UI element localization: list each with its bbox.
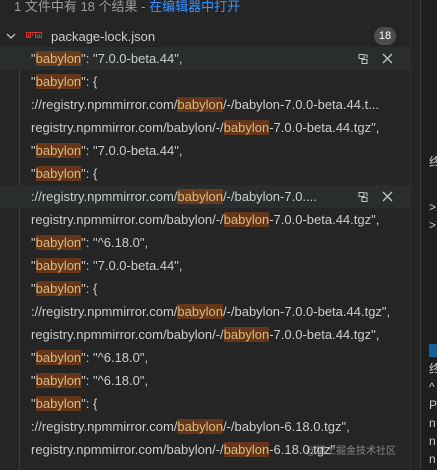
search-match-row[interactable]: registry.npmmirror.com/babylon/-/babylon… (0, 208, 410, 231)
match-text: /-/babylon-7.0.... (222, 189, 317, 204)
match-highlight: babylon (35, 235, 82, 250)
editor-edge-text: P (429, 398, 437, 412)
file-name: package-lock.json (51, 28, 156, 44)
match-highlight: babylon (223, 120, 270, 135)
match-highlight: babylon (177, 189, 223, 204)
match-text: " (31, 350, 36, 365)
match-text: ": "7.0.0-beta.44", (81, 51, 183, 66)
match-text: registry.npmmirror.com/babylon/-/ (31, 327, 224, 342)
match-highlight: babylon (35, 51, 82, 66)
match-text: ": "^6.18.0", (81, 373, 149, 388)
match-text: -7.0.0-beta.44.tgz", (269, 120, 380, 135)
match-text: ": { (81, 74, 98, 89)
search-match-row[interactable]: "babylon": "^6.18.0", (0, 346, 410, 369)
search-match-row[interactable]: "babylon": "7.0.0-beta.44", (0, 139, 410, 162)
match-highlight: babylon (35, 281, 82, 296)
search-match-row[interactable]: "babylon": { (0, 277, 410, 300)
editor-edge-text: > (429, 200, 437, 214)
match-text: registry.npmmirror.com/babylon/-/ (31, 212, 224, 227)
match-highlight: babylon (177, 419, 223, 434)
match-highlight: babylon (177, 304, 223, 319)
search-results-panel: 1 文件中有 18 个结果 - 在编辑器中打开 package-lock.jso… (0, 0, 410, 470)
dismiss-icon[interactable] (381, 53, 393, 65)
match-text: " (31, 281, 36, 296)
match-highlight: babylon (223, 212, 270, 227)
match-actions (351, 185, 393, 208)
match-text: ": "^6.18.0", (81, 235, 149, 250)
match-text: " (31, 51, 36, 66)
search-match-row[interactable]: ://registry.npmmirror.com/babylon/-/baby… (0, 93, 410, 116)
chevron-down-icon[interactable] (4, 29, 18, 43)
match-count-badge: 18 (374, 27, 396, 45)
match-text: ": { (81, 281, 98, 296)
file-result-row[interactable]: package-lock.json 18 (0, 24, 410, 48)
match-actions (351, 47, 393, 70)
match-text: registry.npmmirror.com/babylon/-/ (31, 442, 224, 457)
open-in-editor-link[interactable]: 在编辑器中打开 (149, 0, 240, 14)
replace-icon[interactable] (357, 53, 369, 65)
search-match-row[interactable]: "babylon": { (0, 162, 410, 185)
match-highlight: babylon (35, 258, 82, 273)
editor-pane-edge: 终>>终^Pnnn (420, 0, 437, 470)
match-text: " (31, 74, 36, 89)
match-text: ": "7.0.0-beta.44", (81, 143, 183, 158)
editor-edge-text: 终 (429, 362, 437, 376)
watermark: @稀土掘金技术社区 (306, 442, 396, 457)
search-match-row[interactable]: ://registry.npmmirror.com/babylon/-/baby… (0, 185, 410, 208)
editor-edge-text: 终 (429, 155, 437, 169)
match-text: ": "7.0.0-beta.44", (81, 258, 183, 273)
match-highlight: babylon (35, 74, 82, 89)
search-match-row[interactable]: registry.npmmirror.com/babylon/-/babylon… (0, 116, 410, 139)
match-highlight: babylon (35, 166, 82, 181)
match-highlight: babylon (223, 327, 270, 342)
match-text: /-/babylon-7.0.0-beta.44.tgz", (222, 304, 391, 319)
match-text: ": "^6.18.0", (81, 350, 149, 365)
match-highlight: babylon (223, 442, 270, 457)
match-highlight: babylon (177, 97, 223, 112)
search-match-row[interactable]: "babylon": { (0, 392, 410, 415)
search-match-row[interactable]: "babylon": "^6.18.0", (0, 369, 410, 392)
search-match-row[interactable]: "babylon": { (0, 70, 410, 93)
search-match-row[interactable]: registry.npmmirror.com/babylon/-/babylon… (0, 323, 410, 346)
match-text: registry.npmmirror.com/babylon/-/ (31, 120, 224, 135)
editor-edge-text: n (429, 416, 436, 430)
dismiss-icon[interactable] (381, 191, 393, 203)
editor-edge-text: n (429, 452, 436, 466)
match-text: /-/babylon-7.0.0-beta.44.t... (222, 97, 380, 112)
watermark-text: @稀土掘金技术社区 (305, 446, 396, 457)
results-summary: 1 文件中有 18 个结果 - 在编辑器中打开 (14, 0, 240, 14)
editor-edge-text: > (429, 218, 437, 232)
match-text: " (31, 143, 36, 158)
editor-edge-text: n (429, 434, 436, 448)
match-text: " (31, 373, 36, 388)
match-text: -7.0.0-beta.44.tgz", (269, 212, 380, 227)
search-match-row[interactable]: ://registry.npmmirror.com/babylon/-/baby… (0, 415, 410, 438)
search-match-row[interactable]: "babylon": "7.0.0-beta.44", (0, 47, 410, 70)
match-text: -7.0.0-beta.44.tgz", (269, 327, 380, 342)
match-text: ://registry.npmmirror.com/ (31, 97, 178, 112)
match-text: " (31, 396, 36, 411)
match-list: "babylon": "7.0.0-beta.44", "babylon": {:… (0, 47, 410, 461)
search-match-row[interactable]: "babylon": "^6.18.0", (0, 231, 410, 254)
search-match-row[interactable]: "babylon": "7.0.0-beta.44", (0, 254, 410, 277)
match-text: ://registry.npmmirror.com/ (31, 419, 178, 434)
match-text: " (31, 235, 36, 250)
npm-icon (26, 32, 42, 40)
match-text: ": { (81, 396, 98, 411)
match-highlight: babylon (35, 350, 82, 365)
editor-edge-text: ^ (429, 380, 435, 394)
search-match-row[interactable]: ://registry.npmmirror.com/babylon/-/baby… (0, 300, 410, 323)
match-highlight: babylon (35, 396, 82, 411)
match-highlight: babylon (35, 143, 82, 158)
match-text: " (31, 258, 36, 273)
selection-marker (429, 344, 437, 357)
match-text: " (31, 166, 36, 181)
match-text: ": { (81, 166, 98, 181)
results-summary-text: 1 文件中有 18 个结果 - (14, 0, 150, 14)
match-text: ://registry.npmmirror.com/ (31, 304, 178, 319)
match-highlight: babylon (35, 373, 82, 388)
match-text: ://registry.npmmirror.com/ (31, 189, 178, 204)
replace-icon[interactable] (357, 191, 369, 203)
match-text: /-/babylon-6.18.0.tgz", (222, 419, 350, 434)
